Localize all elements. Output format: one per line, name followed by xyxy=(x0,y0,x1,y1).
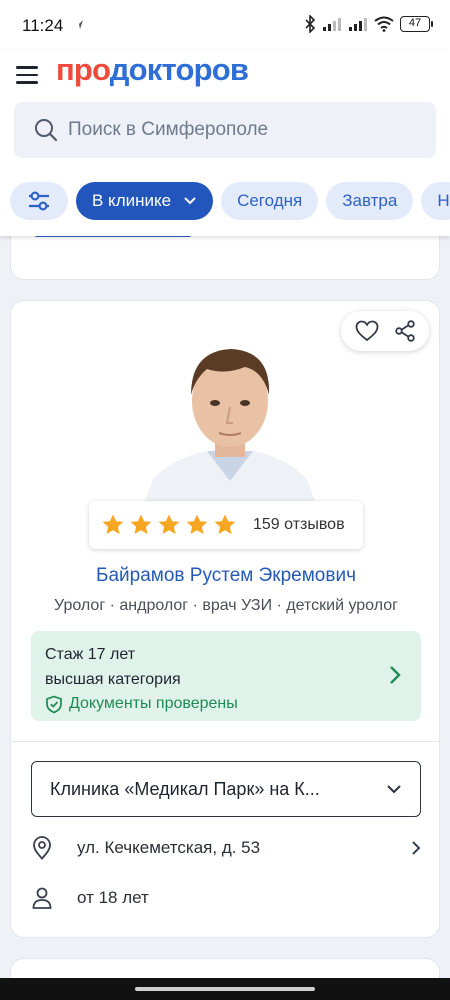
documents-verified: Документы проверены xyxy=(45,692,407,716)
shield-check-icon xyxy=(46,695,62,713)
card-actions xyxy=(341,311,429,351)
address-text: ул. Кечкеметская, д. 53 xyxy=(77,838,261,857)
filter-settings-button[interactable] xyxy=(10,182,68,220)
filter-in-clinic[interactable]: В клинике xyxy=(76,182,214,220)
app-header: продокторов Поиск в Симферополе В клиник… xyxy=(0,50,450,236)
rating-stars xyxy=(101,513,237,537)
rating-box[interactable]: 159 отзывов xyxy=(89,501,363,549)
menu-button[interactable] xyxy=(16,62,42,88)
status-bar: 11:24 47 xyxy=(0,0,450,50)
filter-in-clinic-label: В клинике xyxy=(92,191,172,210)
share-icon xyxy=(394,320,415,342)
sliders-icon xyxy=(29,191,49,211)
search-placeholder: Поиск в Симферополе xyxy=(68,119,269,140)
person-icon xyxy=(32,887,52,909)
status-icons: 47 xyxy=(304,15,433,33)
previous-card xyxy=(10,230,440,280)
home-gesture-handle[interactable] xyxy=(135,987,315,991)
signal-icon-2 xyxy=(349,18,367,31)
bluetooth-icon xyxy=(305,15,316,33)
chevron-down-icon xyxy=(184,197,196,205)
search-icon xyxy=(35,119,58,142)
clinic-select[interactable]: Клиника «Медикал Парк» на К... xyxy=(31,761,421,817)
doctor-photo[interactable] xyxy=(145,331,315,501)
star-icon xyxy=(102,514,124,534)
status-time: 11:24 xyxy=(22,16,64,35)
system-navigation-bar xyxy=(0,978,450,1000)
category-text: высшая категория xyxy=(45,671,181,688)
heart-icon xyxy=(355,320,378,342)
filter-tomorrow[interactable]: Завтра xyxy=(326,182,414,220)
battery-indicator: 47 xyxy=(400,16,433,32)
experience-text: Стаж 17 лет xyxy=(45,646,136,663)
verified-label: Документы проверены xyxy=(69,695,238,712)
chevron-right-icon xyxy=(390,666,401,684)
doctor-portrait xyxy=(145,331,315,501)
navigation-arrow-icon xyxy=(75,20,83,29)
filter-today[interactable]: Сегодня xyxy=(221,182,319,220)
logo[interactable]: продокторов xyxy=(56,52,249,88)
wifi-icon xyxy=(374,16,394,32)
age-row: от 18 лет xyxy=(31,881,421,915)
doctor-name[interactable]: Байрамов Рустем Экремович xyxy=(11,565,441,587)
chevron-right-icon xyxy=(412,841,421,855)
age-text: от 18 лет xyxy=(77,888,149,907)
star-icon xyxy=(214,514,236,534)
favorite-button[interactable] xyxy=(355,320,379,342)
star-icon xyxy=(186,514,208,534)
chevron-down-icon xyxy=(387,785,401,794)
filter-chips: В клинике Сегодня Завтра Н xyxy=(10,182,450,222)
filter-more[interactable]: Н xyxy=(421,182,450,220)
share-button[interactable] xyxy=(394,320,416,342)
doctor-specialties: Уролог · андролог · врач УЗИ · детский у… xyxy=(54,597,398,614)
experience-box[interactable]: Стаж 17 лет высшая категория Документы п… xyxy=(31,631,421,721)
reviews-count: 159 отзывов xyxy=(253,516,345,533)
map-pin-icon xyxy=(33,836,51,860)
search-input[interactable]: Поиск в Симферополе xyxy=(14,102,436,158)
divider xyxy=(11,741,439,742)
star-icon xyxy=(130,514,152,534)
star-icon xyxy=(158,514,180,534)
signal-icon xyxy=(323,18,341,31)
doctor-card: 159 отзывов Байрамов Рустем Экремович Ур… xyxy=(10,300,440,938)
address-row[interactable]: ул. Кечкеметская, д. 53 xyxy=(31,831,421,865)
clinic-select-value: Клиника «Медикал Парк» на К... xyxy=(50,778,320,799)
